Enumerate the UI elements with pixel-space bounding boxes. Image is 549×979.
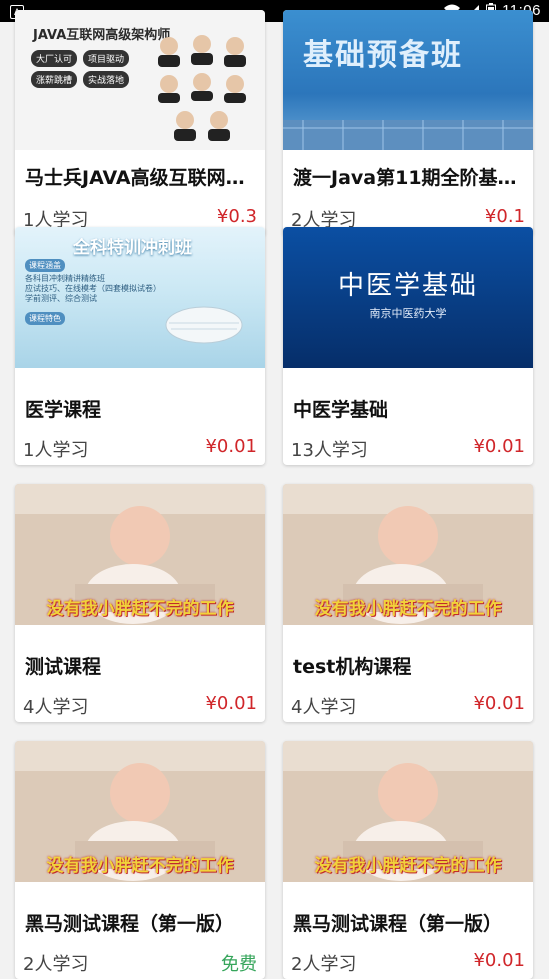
thumb-lines: 各科目冲刺精讲精练班 应试技巧、在线模考（四套模拟试卷） 学前测评、综合测试 [25, 274, 161, 304]
course-thumbnail: 没有我小胖赶不完的工作 [283, 741, 533, 882]
student-count: 4人学习 [291, 697, 357, 718]
thumb-subtitle: 南京中医药大学 [369, 307, 447, 320]
course-title: test机构课程 [293, 656, 412, 678]
course-thumbnail: 基础预备班 [283, 10, 533, 150]
student-count: 2人学习 [291, 954, 357, 975]
course-card[interactable]: JAVA互联网高级架构师 大厂认可 项目驱动 涨薪跳槽 实战落地 马士兵JAVA… [15, 10, 265, 236]
thumb-tag: 大厂认可 [31, 50, 78, 67]
thumb-tag: 实战落地 [83, 71, 130, 88]
student-count: 13人学习 [291, 440, 368, 461]
course-card[interactable]: 全科特训冲刺班 课程涵盖 各科目冲刺精讲精练班 应试技巧、在线模考（四套模拟试卷… [15, 227, 265, 465]
thumb-section: 课程涵盖 [25, 259, 65, 272]
course-title: 马士兵JAVA高级互联网架构师 [25, 167, 260, 189]
course-thumbnail: 没有我小胖赶不完的工作 [15, 484, 265, 625]
thumb-title: 中医学基础 [337, 271, 478, 301]
course-title: 测试课程 [25, 656, 102, 678]
mask-graphic [165, 306, 243, 344]
course-thumbnail: 中医学基础 南京中医药大学 [283, 227, 533, 368]
thumb-caption: 没有我小胖赶不完的工作 [46, 856, 234, 876]
thumb-caption: 没有我小胖赶不完的工作 [46, 599, 234, 619]
course-card[interactable]: 没有我小胖赶不完的工作 test机构课程 4人学习 ¥0.01 [283, 484, 533, 722]
course-card[interactable]: 中医学基础 南京中医药大学 中医学基础 13人学习 ¥0.01 [283, 227, 533, 465]
course-price: ¥0.01 [205, 436, 257, 457]
course-card[interactable]: 没有我小胖赶不完的工作 测试课程 4人学习 ¥0.01 [15, 484, 265, 722]
student-count: 4人学习 [23, 697, 89, 718]
course-thumbnail: 没有我小胖赶不完的工作 [15, 741, 265, 882]
course-title: 中医学基础 [293, 399, 389, 421]
course-price: ¥0.01 [205, 693, 257, 714]
building-graphic [283, 120, 533, 150]
course-price: ¥0.01 [473, 436, 525, 457]
thumb-title: 基础预备班 [303, 38, 463, 73]
course-price: ¥0.1 [484, 206, 525, 227]
course-card[interactable]: 没有我小胖赶不完的工作 黑马测试课程（第一版） 2人学习 免费 [15, 741, 265, 979]
course-price: ¥0.3 [216, 206, 257, 227]
course-title: 黑马测试课程（第一版） [293, 913, 503, 935]
course-price: ¥0.01 [473, 693, 525, 714]
student-count: 1人学习 [23, 440, 89, 461]
thumb-line: 各科目冲刺精讲精练班 [25, 274, 105, 283]
thumb-line: 应试技巧、在线模考（四套模拟试卷） [25, 284, 161, 293]
course-title: 黑马测试课程（第一版） [25, 913, 235, 935]
course-price: 免费 [221, 954, 257, 975]
course-title: 渡一Java第11期全阶基础课 [293, 167, 528, 189]
thumb-tag: 涨薪跳槽 [31, 71, 78, 88]
course-thumbnail: 全科特训冲刺班 课程涵盖 各科目冲刺精讲精练班 应试技巧、在线模考（四套模拟试卷… [15, 227, 265, 368]
thumb-title: 全科特训冲刺班 [73, 238, 192, 258]
instructor-photos [158, 35, 246, 141]
course-thumbnail: 没有我小胖赶不完的工作 [283, 484, 533, 625]
student-count: 2人学习 [23, 954, 89, 975]
course-card[interactable]: 基础预备班 渡一Java第11期全阶基础课 2人学习 ¥0.1 [283, 10, 533, 236]
course-title: 医学课程 [25, 399, 102, 421]
course-card[interactable]: 没有我小胖赶不完的工作 黑马测试课程（第一版） 2人学习 ¥0.01 [283, 741, 533, 979]
thumb-line: 学前测评、综合测试 [25, 294, 97, 303]
course-thumbnail: JAVA互联网高级架构师 大厂认可 项目驱动 涨薪跳槽 实战落地 [15, 10, 265, 150]
thumb-caption: 没有我小胖赶不完的工作 [314, 856, 502, 876]
thumb-tag: 项目驱动 [83, 50, 130, 67]
course-price: ¥0.01 [473, 950, 525, 971]
thumb-section: 课程特色 [25, 312, 65, 325]
thumb-tags: 大厂认可 项目驱动 涨薪跳槽 实战落地 [31, 50, 130, 88]
thumb-caption: 没有我小胖赶不完的工作 [314, 599, 502, 619]
